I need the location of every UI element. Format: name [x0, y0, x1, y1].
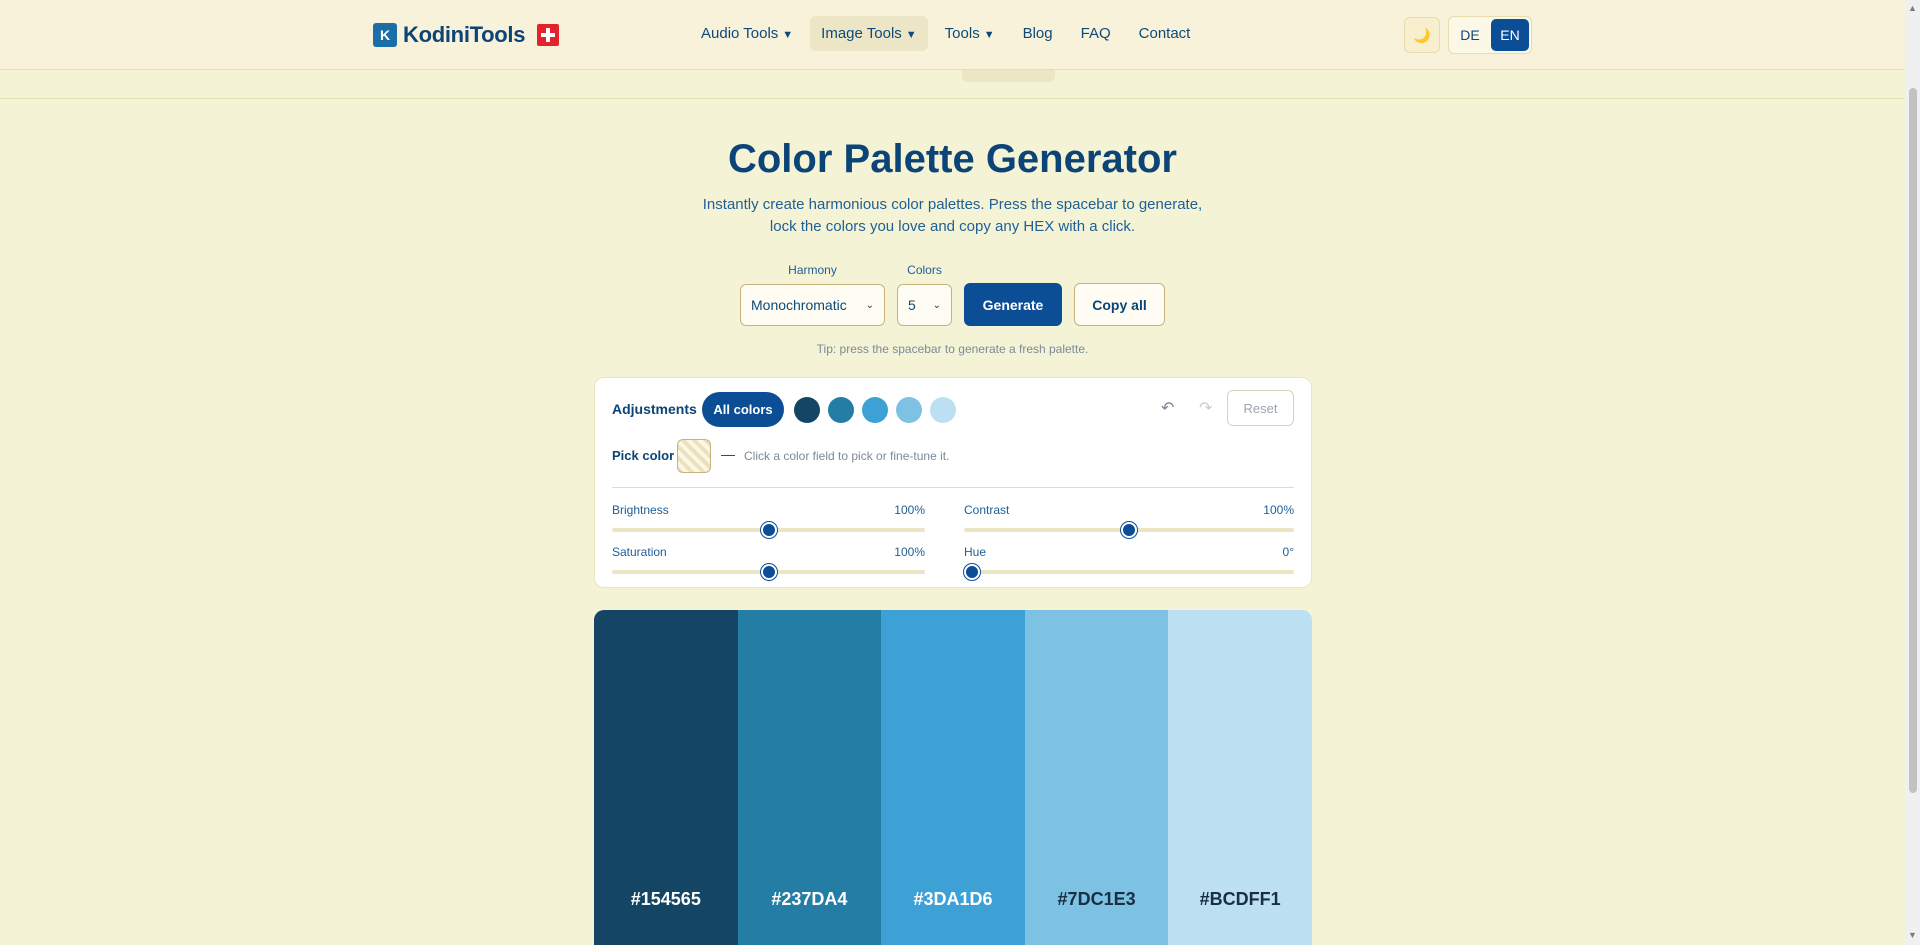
redo-icon[interactable]: ↷	[1199, 398, 1212, 418]
pick-color-label: Pick color	[612, 448, 675, 463]
harmony-select[interactable]: Monochromatic ⌄	[740, 284, 885, 326]
saturation-slider-thumb[interactable]	[760, 564, 777, 580]
chevron-down-icon: ▼	[905, 29, 917, 41]
nav-blog[interactable]: Blog	[1012, 16, 1064, 51]
swatch-chip-3[interactable]	[862, 397, 888, 423]
scroll-down-arrow-icon[interactable]: ▼	[1908, 930, 1917, 940]
nav-tools[interactable]: Tools ▼	[934, 16, 1006, 51]
hue-value: 0°	[1282, 545, 1294, 559]
swatch-chip-2[interactable]	[828, 397, 854, 423]
chevron-down-icon: ▼	[983, 29, 995, 41]
adjustments-panel: Adjustments All colors ↶ ↷ Reset Pick co…	[594, 377, 1312, 588]
palette-color-2[interactable]: #237DA4	[737, 610, 882, 945]
sub-navigation-strip	[0, 70, 1905, 99]
swatch-chip-5[interactable]	[930, 397, 956, 423]
main-nav: Audio Tools ▼ Image Tools ▼ Tools ▼ Blog FA…	[690, 16, 1201, 51]
chevron-down-icon: ⌄	[865, 299, 874, 311]
hex-label[interactable]: #154565	[594, 889, 738, 910]
generate-button[interactable]: Generate	[964, 283, 1062, 326]
reset-button[interactable]: Reset	[1227, 390, 1294, 426]
page-title: Color Palette Generator	[727, 137, 1177, 181]
picked-color-swatch[interactable]	[677, 439, 711, 473]
palette-color-3[interactable]: #3DA1D6	[881, 610, 1025, 945]
contrast-label: Contrast	[964, 503, 1010, 517]
brightness-label: Brightness	[612, 503, 669, 517]
colors-count-select[interactable]: 5 ⌄	[897, 284, 952, 326]
hex-label[interactable]: #237DA4	[738, 889, 882, 910]
all-colors-chip[interactable]: All colors	[702, 392, 784, 427]
lang-en-button[interactable]: EN	[1491, 19, 1529, 51]
kodini-logo-icon: K	[373, 23, 397, 47]
nav-audio-tools[interactable]: Audio Tools ▼	[690, 16, 804, 51]
swiss-flag-icon	[537, 24, 560, 46]
brightness-slider-thumb[interactable]	[760, 522, 777, 538]
hex-label[interactable]: #BCDFF1	[1168, 889, 1312, 910]
palette-color-4[interactable]: #7DC1E3	[1024, 610, 1169, 945]
swatch-chip-1[interactable]	[794, 397, 820, 423]
theme-toggle-button[interactable]: 🌙	[1404, 17, 1440, 53]
hue-label: Hue	[964, 545, 987, 559]
nav-contact[interactable]: Contact	[1128, 16, 1202, 51]
picked-color-value: —	[721, 446, 735, 462]
hex-label[interactable]: #7DC1E3	[1025, 889, 1169, 910]
hue-slider[interactable]	[964, 570, 1294, 574]
palette-color-1[interactable]: #154565	[594, 610, 738, 945]
brand-name: KodiniTools	[403, 22, 526, 47]
scroll-up-arrow-icon[interactable]: ▲	[1908, 3, 1917, 13]
page-scrollbar[interactable]: ▲ ▼	[1905, 0, 1920, 945]
brightness-value: 100%	[894, 503, 925, 517]
language-switcher: DE EN	[1448, 16, 1532, 54]
color-palette: #154565 #237DA4 #3DA1D6 #7DC1E3 #BCDFF1	[594, 610, 1312, 945]
spacebar-tip: Tip: press the spacebar to generate a fr…	[816, 342, 1089, 356]
sub-nav-active-pill	[962, 70, 1055, 82]
nav-image-tools[interactable]: Image Tools ▼	[810, 16, 928, 51]
swatch-chip-4[interactable]	[896, 397, 922, 423]
contrast-value: 100%	[1263, 503, 1294, 517]
pick-color-hint: Click a color field to pick or fine-tune…	[744, 449, 950, 463]
nav-faq[interactable]: FAQ	[1070, 16, 1122, 51]
top-navbar: K KodiniTools Audio Tools ▼ Image Tools ▼ …	[0, 0, 1905, 70]
divider	[612, 487, 1294, 488]
scrollbar-thumb[interactable]	[1909, 88, 1917, 793]
harmony-label: Harmony	[788, 263, 837, 277]
undo-icon[interactable]: ↶	[1161, 398, 1174, 418]
chevron-down-icon: ▼	[782, 29, 794, 41]
copy-all-button[interactable]: Copy all	[1074, 283, 1165, 326]
saturation-label: Saturation	[612, 545, 667, 559]
palette-color-5[interactable]: #BCDFF1	[1168, 610, 1312, 945]
colors-label: Colors	[907, 263, 942, 277]
hex-label[interactable]: #3DA1D6	[881, 889, 1025, 910]
lang-de-button[interactable]: DE	[1451, 19, 1489, 51]
page-subtitle: Instantly create harmonious color palett…	[702, 196, 1203, 235]
chevron-down-icon: ⌄	[932, 299, 941, 311]
adjustments-heading: Adjustments	[612, 401, 697, 417]
saturation-value: 100%	[894, 545, 925, 559]
moon-icon: 🌙	[1413, 26, 1431, 43]
contrast-slider-thumb[interactable]	[1121, 522, 1137, 538]
brand-logo[interactable]: K KodiniTools	[373, 22, 560, 48]
hue-slider-thumb[interactable]	[964, 564, 980, 580]
